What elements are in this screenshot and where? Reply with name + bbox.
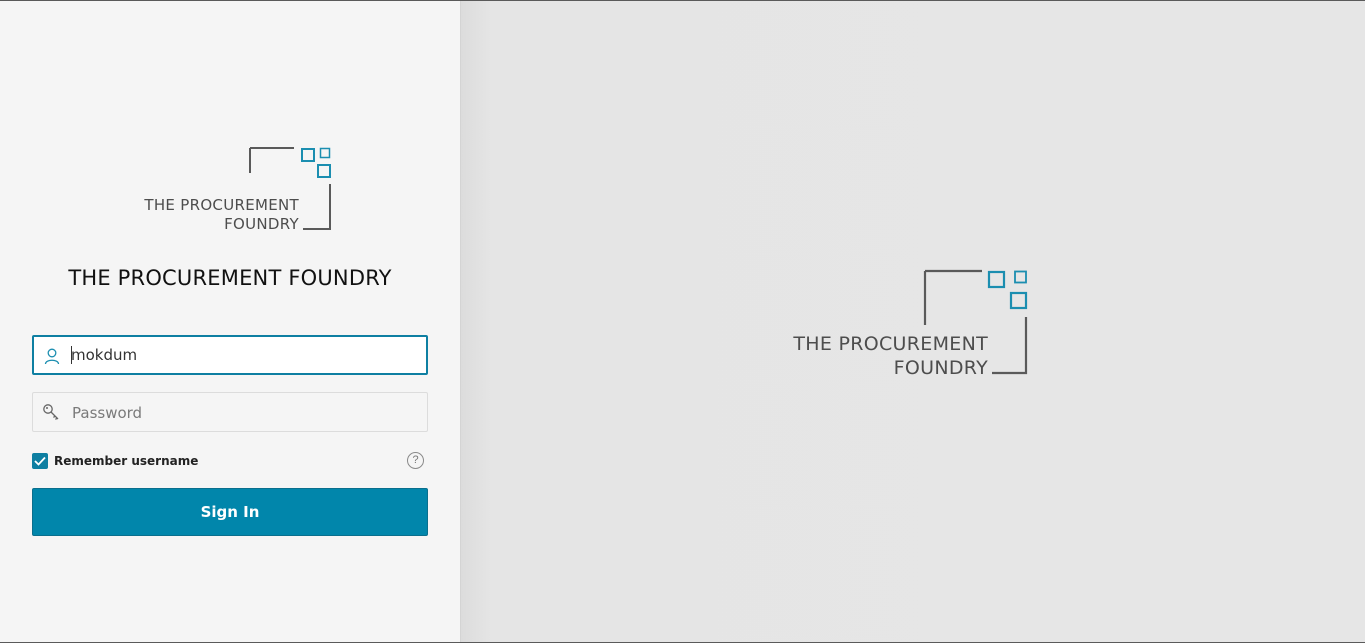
checkmark-icon [34,456,46,466]
remember-username-label: Remember username [54,453,199,468]
logo-text-line1: THE PROCUREMENT [143,196,299,214]
remember-username-row[interactable]: Remember username [32,452,198,469]
brand-logo-large: THE PROCUREMENT FOUNDRY [770,269,1030,379]
help-icon[interactable]: ? [407,452,424,469]
key-icon [42,403,60,421]
username-field[interactable]: mokdum [32,335,428,375]
logo-text-line2: FOUNDRY [224,215,299,233]
user-icon [43,347,61,365]
brand-panel: THE PROCUREMENT FOUNDRY [461,1,1365,642]
logo-text-line2: FOUNDRY [894,357,988,379]
login-panel: THE PROCUREMENT FOUNDRY THE PROCUREMENT … [0,1,461,642]
password-placeholder: Password [72,404,143,422]
brand-logo-small: THE PROCUREMENT FOUNDRY [126,146,336,236]
remember-username-checkbox[interactable] [32,452,48,469]
sign-in-button[interactable]: Sign In [32,488,428,536]
password-field[interactable]: Password [32,392,428,432]
username-value: mokdum [71,346,138,364]
logo-text-line1: THE PROCUREMENT [792,333,988,355]
page-title: THE PROCUREMENT FOUNDRY [68,266,392,290]
